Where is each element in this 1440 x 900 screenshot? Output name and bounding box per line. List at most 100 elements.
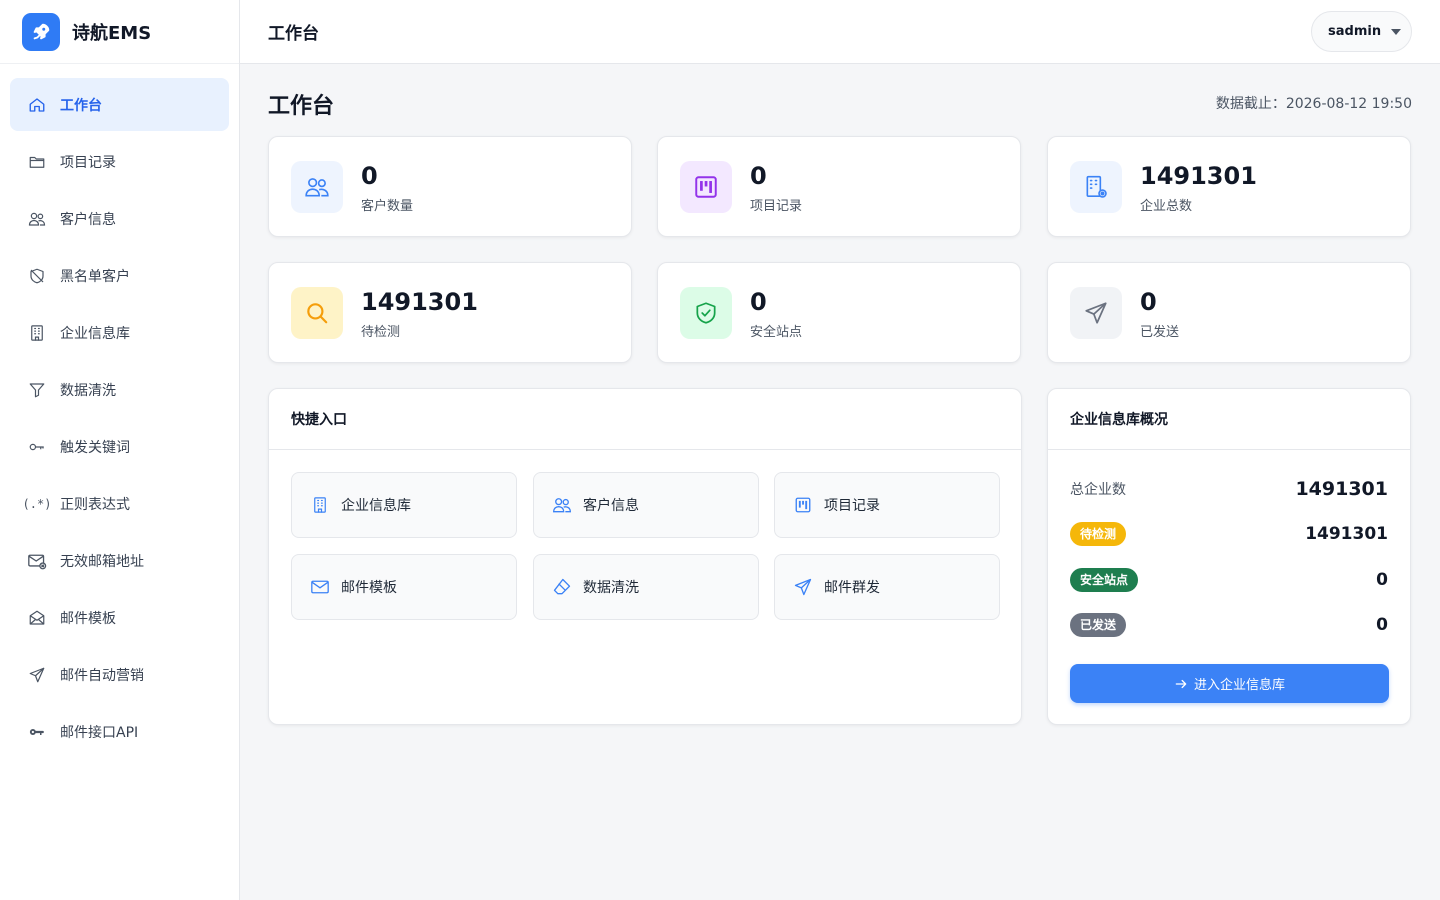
envelope-x-icon (27, 551, 47, 571)
sidebar-item-email-templates[interactable]: 邮件模板 (10, 591, 229, 644)
overview-total-value: 1491301 (1295, 478, 1388, 500)
sidebar-item-label: 邮件模板 (60, 610, 116, 627)
stat-card-safe-sites[interactable]: 0 安全站点 (657, 262, 1021, 363)
sidebar-item-label: 邮件接口API (60, 724, 139, 741)
shield-check-icon (680, 287, 732, 339)
building-icon (310, 495, 330, 515)
quick-link-customers[interactable]: 客户信息 (533, 472, 759, 538)
topbar-title: 工作台 (268, 24, 319, 44)
shield-slash-icon (27, 266, 47, 286)
regex-icon: (.*) (22, 496, 52, 511)
sidebar-item-label: 企业信息库 (60, 325, 130, 342)
search-icon (291, 287, 343, 339)
kanban-icon (793, 495, 813, 515)
status-badge-pending: 待检测 (1070, 522, 1127, 546)
sidebar: 诗航EMS 工作台 项目记录 客户信息 黑名单客户 企业信息库 数据清洗 触发关… (0, 0, 240, 900)
quick-link-mass-mail[interactable]: 邮件群发 (774, 554, 1000, 620)
stat-value: 1491301 (361, 288, 478, 316)
sidebar-item-email-marketing[interactable]: 邮件自动营销 (10, 648, 229, 701)
overview-total-label: 总企业数 (1070, 482, 1126, 498)
users-icon (552, 495, 572, 515)
sidebar-item-email-api[interactable]: 邮件接口API (10, 705, 229, 758)
sidebar-item-label: 邮件自动营销 (60, 667, 144, 684)
sidebar-item-label: 工作台 (60, 97, 102, 114)
sidebar-item-data-cleaning[interactable]: 数据清洗 (10, 363, 229, 416)
overview-value: 0 (1376, 570, 1388, 590)
sidebar-item-invalid-emails[interactable]: 无效邮箱地址 (10, 534, 229, 587)
sidebar-item-customers[interactable]: 客户信息 (10, 192, 229, 245)
stat-label: 项目记录 (750, 199, 803, 214)
quick-link-email-templates[interactable]: 邮件模板 (291, 554, 517, 620)
sidebar-item-label: 客户信息 (60, 211, 116, 228)
stat-label: 待检测 (361, 325, 401, 340)
rocket-icon (22, 12, 60, 51)
quick-link-label: 邮件模板 (341, 580, 397, 596)
folder-icon (27, 152, 47, 172)
sidebar-item-label: 项目记录 (60, 154, 116, 171)
arrow-right-icon (1174, 677, 1188, 691)
sidebar-item-company-db[interactable]: 企业信息库 (10, 306, 229, 359)
panel-title: 企业信息库概况 (1048, 389, 1410, 450)
company-db-overview-panel: 企业信息库概况 总企业数 1491301 待检测 1491301 安全站点 0 … (1047, 388, 1411, 725)
sidebar-item-trigger-keywords[interactable]: 触发关键词 (10, 420, 229, 473)
quick-link-label: 企业信息库 (341, 498, 411, 514)
overview-row-pending: 待检测 1491301 (1070, 522, 1388, 546)
envelope-icon (310, 577, 330, 597)
stat-card-customers[interactable]: 0 客户数量 (268, 136, 632, 237)
stat-card-sent[interactable]: 0 已发送 (1047, 262, 1411, 363)
stat-card-companies[interactable]: 1491301 企业总数 (1047, 136, 1411, 237)
sidebar-nav: 工作台 项目记录 客户信息 黑名单客户 企业信息库 数据清洗 触发关键词 (.*… (0, 64, 239, 758)
stat-value: 0 (1140, 288, 1157, 316)
quick-access-panel: 快捷入口 企业信息库 客户信息 项目记录 邮件模板 数据清洗 邮件群发 (268, 388, 1022, 725)
topbar: 工作台 sadmin (240, 0, 1440, 64)
overview-total-row: 总企业数 1491301 (1070, 478, 1388, 500)
sidebar-item-dashboard[interactable]: 工作台 (10, 78, 229, 131)
sidebar-item-label: 黑名单客户 (60, 268, 130, 285)
send-icon (1070, 287, 1122, 339)
data-cutoff-timestamp: 数据截止：2026-08-12 19:50 (1215, 96, 1412, 112)
overview-row-sent: 已发送 0 (1070, 613, 1388, 637)
enter-company-db-button[interactable]: 进入企业信息库 (1070, 664, 1389, 703)
envelope-open-icon (27, 608, 47, 628)
sidebar-item-regex[interactable]: (.*) 正则表达式 (10, 477, 229, 530)
quick-link-data-cleaning[interactable]: 数据清洗 (533, 554, 759, 620)
eraser-icon (552, 577, 572, 597)
page-title: 工作台 (268, 94, 335, 119)
stat-value: 0 (750, 162, 767, 190)
key-fill-icon (27, 722, 47, 742)
home-icon (27, 95, 47, 115)
quick-link-label: 项目记录 (824, 498, 880, 514)
panel-title: 快捷入口 (269, 389, 1021, 450)
sidebar-item-label: 正则表达式 (60, 496, 130, 513)
brand[interactable]: 诗航EMS (0, 0, 239, 64)
stat-label: 客户数量 (361, 199, 414, 214)
funnel-icon (27, 380, 47, 400)
stat-label: 企业总数 (1140, 199, 1193, 214)
users-icon (291, 161, 343, 213)
stat-value: 1491301 (1140, 162, 1257, 190)
overview-value: 0 (1376, 615, 1388, 635)
brand-name: 诗航EMS (72, 22, 152, 44)
user-menu-button[interactable]: sadmin (1311, 11, 1412, 52)
quick-link-projects[interactable]: 项目记录 (774, 472, 1000, 538)
sidebar-item-label: 触发关键词 (60, 439, 130, 456)
sidebar-item-label: 无效邮箱地址 (60, 553, 144, 570)
username: sadmin (1328, 24, 1382, 39)
building-gear-icon (1070, 161, 1122, 213)
sidebar-item-label: 数据清洗 (60, 382, 116, 399)
status-badge-sent: 已发送 (1070, 613, 1127, 637)
overview-value: 1491301 (1305, 524, 1388, 544)
quick-link-label: 客户信息 (583, 498, 639, 514)
send-icon (27, 665, 47, 685)
sidebar-item-projects[interactable]: 项目记录 (10, 135, 229, 188)
kanban-icon (680, 161, 732, 213)
stat-card-projects[interactable]: 0 项目记录 (657, 136, 1021, 237)
sidebar-item-blacklist[interactable]: 黑名单客户 (10, 249, 229, 302)
caret-down-icon (1391, 28, 1402, 35)
overview-row-safe: 安全站点 0 (1070, 568, 1388, 592)
stat-card-pending[interactable]: 1491301 待检测 (268, 262, 632, 363)
send-icon (793, 577, 813, 597)
status-badge-safe: 安全站点 (1070, 568, 1139, 592)
stat-label: 已发送 (1140, 325, 1180, 340)
quick-link-company-db[interactable]: 企业信息库 (291, 472, 517, 538)
